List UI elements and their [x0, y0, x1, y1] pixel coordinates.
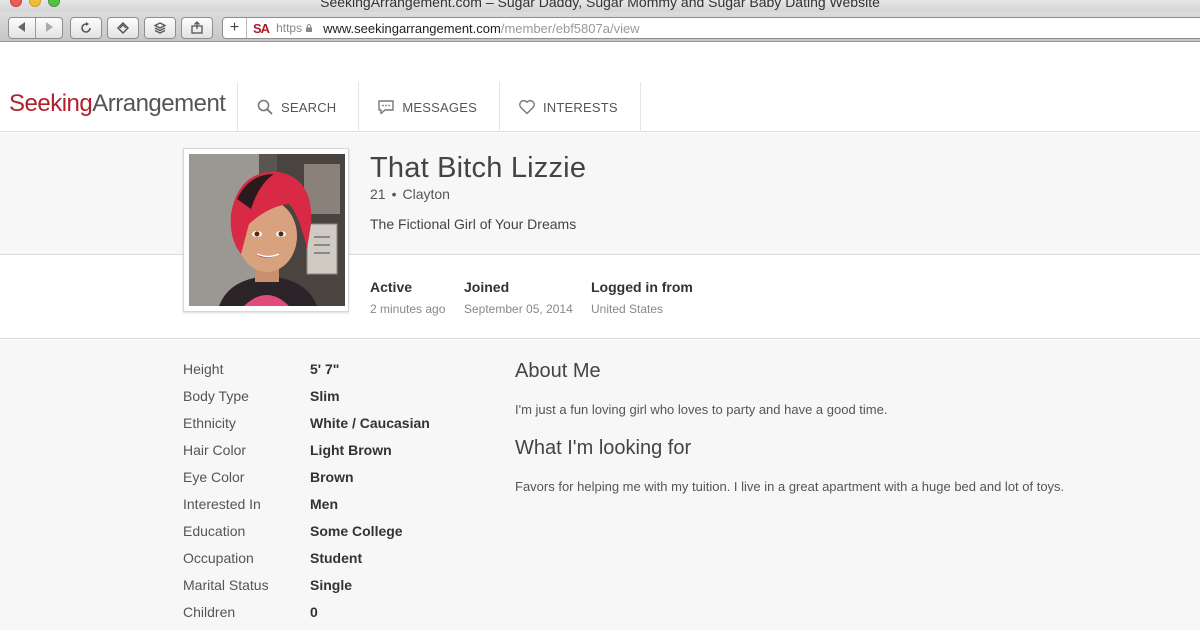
- detail-key: Height: [183, 361, 224, 377]
- detail-value: White / Caucasian: [310, 415, 430, 431]
- detail-value: Some College: [310, 523, 403, 539]
- back-button[interactable]: [15, 20, 29, 37]
- detail-key: Eye Color: [183, 469, 245, 485]
- detail-value: Slim: [310, 388, 340, 404]
- heart-icon: [519, 99, 535, 115]
- profile-photo: [189, 154, 345, 306]
- about-me-text: I'm just a fun loving girl who loves to …: [515, 402, 888, 417]
- book-icon: [116, 21, 130, 35]
- stat-active-value: 2 minutes ago: [370, 302, 446, 316]
- stat-joined-label: Joined: [464, 279, 510, 295]
- site-logo[interactable]: SeekingArrangement: [9, 90, 226, 118]
- new-tab-plus-icon[interactable]: +: [223, 18, 247, 38]
- detail-row: Body Type Slim: [183, 388, 430, 415]
- detail-value: 5' 7": [310, 361, 340, 377]
- back-forward-group: [8, 17, 63, 39]
- profile-headline: The Fictional Girl of Your Dreams: [370, 216, 577, 232]
- detail-row: Marital Status Single: [183, 577, 430, 604]
- profile-name: That Bitch Lizzie: [370, 152, 587, 184]
- detail-row: Height 5' 7": [183, 361, 430, 388]
- looking-for-text: Favors for helping me with my tuition. I…: [515, 479, 1065, 494]
- url-scheme: https: [276, 21, 303, 35]
- detail-key: Interested In: [183, 496, 261, 512]
- profile-header-band: [0, 133, 1200, 255]
- nav-search-label: SEARCH: [281, 99, 337, 115]
- back-arrow-icon: [18, 21, 25, 32]
- stat-joined: Joined September 05, 2014: [464, 279, 573, 316]
- share-button[interactable]: [181, 17, 213, 39]
- about-me-heading: About Me: [515, 360, 601, 382]
- detail-value: Single: [310, 577, 353, 593]
- window-title: SeekingArrangement.com – Sugar Daddy, Su…: [320, 0, 880, 10]
- forward-button[interactable]: [42, 20, 56, 37]
- forward-arrow-icon: [46, 21, 53, 32]
- nav-interests-label: INTERESTS: [542, 99, 618, 115]
- logo-part-arrangement: Arrangement: [92, 90, 226, 117]
- browser-toolbar: + SA https www.seekingarrangement.com/me…: [0, 12, 1200, 42]
- detail-value: Student: [310, 550, 363, 566]
- detail-row: Hair Color Light Brown: [183, 442, 430, 469]
- nav-search[interactable]: SEARCH: [237, 82, 358, 132]
- layers-icon: [153, 22, 167, 34]
- site-favicon: SA: [253, 20, 270, 36]
- profile-age: 21: [370, 186, 386, 202]
- detail-key: Occupation: [183, 550, 254, 566]
- url-path: /member/ebf5807a/view: [500, 20, 640, 36]
- reading-list-button[interactable]: [107, 17, 139, 39]
- logo-part-seeking: Seeking: [9, 90, 93, 117]
- separator-dot: •: [391, 186, 397, 202]
- detail-row: Eye Color Brown: [183, 469, 430, 496]
- profile-details-list: Height 5' 7" Body Type Slim Ethnicity White…: [183, 361, 430, 631]
- stat-active-label: Active: [370, 279, 413, 295]
- site-header: SeekingArrangement SEARCH MESSAGES INTER…: [0, 42, 1200, 132]
- detail-row: Education Some College: [183, 523, 430, 550]
- chat-bubble-icon: [378, 100, 395, 115]
- detail-row: Children 0: [183, 604, 430, 631]
- profile-location: Clayton: [402, 186, 450, 202]
- stat-logged-in-value: United States: [591, 302, 664, 316]
- detail-value: Brown: [310, 469, 354, 485]
- nav-interests[interactable]: INTERESTS: [498, 82, 641, 132]
- search-icon: [257, 99, 273, 115]
- reload-button[interactable]: [70, 17, 102, 39]
- stat-logged-in-label: Logged in from: [591, 279, 693, 295]
- share-icon: [191, 21, 203, 34]
- nav-messages[interactable]: MESSAGES: [358, 82, 499, 132]
- main-nav: SEARCH MESSAGES INTERESTS: [237, 82, 641, 132]
- detail-value: 0: [310, 604, 318, 620]
- detail-row: Ethnicity White / Caucasian: [183, 415, 430, 442]
- nav-messages-label: MESSAGES: [402, 99, 477, 115]
- url-host: www.seekingarrangement.com: [323, 20, 501, 36]
- about-section: About Me I'm just a fun loving girl who …: [515, 360, 1155, 494]
- detail-value: Men: [310, 496, 338, 512]
- looking-for-heading: What I'm looking for: [515, 437, 692, 459]
- detail-key: Body Type: [183, 388, 249, 404]
- stat-active: Active 2 minutes ago: [370, 279, 445, 316]
- window-titlebar: SeekingArrangement.com – Sugar Daddy, Su…: [0, 0, 1200, 12]
- detail-key: Education: [183, 523, 246, 539]
- toolbar-divider: [35, 18, 36, 38]
- detail-row: Occupation Student: [183, 550, 430, 577]
- stat-logged-in-from: Logged in from United States: [591, 279, 693, 316]
- detail-key: Children: [183, 604, 236, 620]
- profile-photo-frame[interactable]: [183, 148, 349, 312]
- layers-button[interactable]: [144, 17, 176, 39]
- detail-value: Light Brown: [310, 442, 392, 458]
- address-bar[interactable]: + SA https www.seekingarrangement.com/me…: [222, 17, 1200, 39]
- detail-key: Marital Status: [183, 577, 269, 593]
- stat-joined-value: September 05, 2014: [464, 302, 573, 316]
- profile-meta: 21 • Clayton: [370, 186, 450, 202]
- lock-icon: [306, 24, 313, 32]
- detail-row: Interested In Men: [183, 496, 430, 523]
- reload-icon: [81, 22, 91, 33]
- detail-key: Hair Color: [183, 442, 247, 458]
- detail-key: Ethnicity: [183, 415, 236, 431]
